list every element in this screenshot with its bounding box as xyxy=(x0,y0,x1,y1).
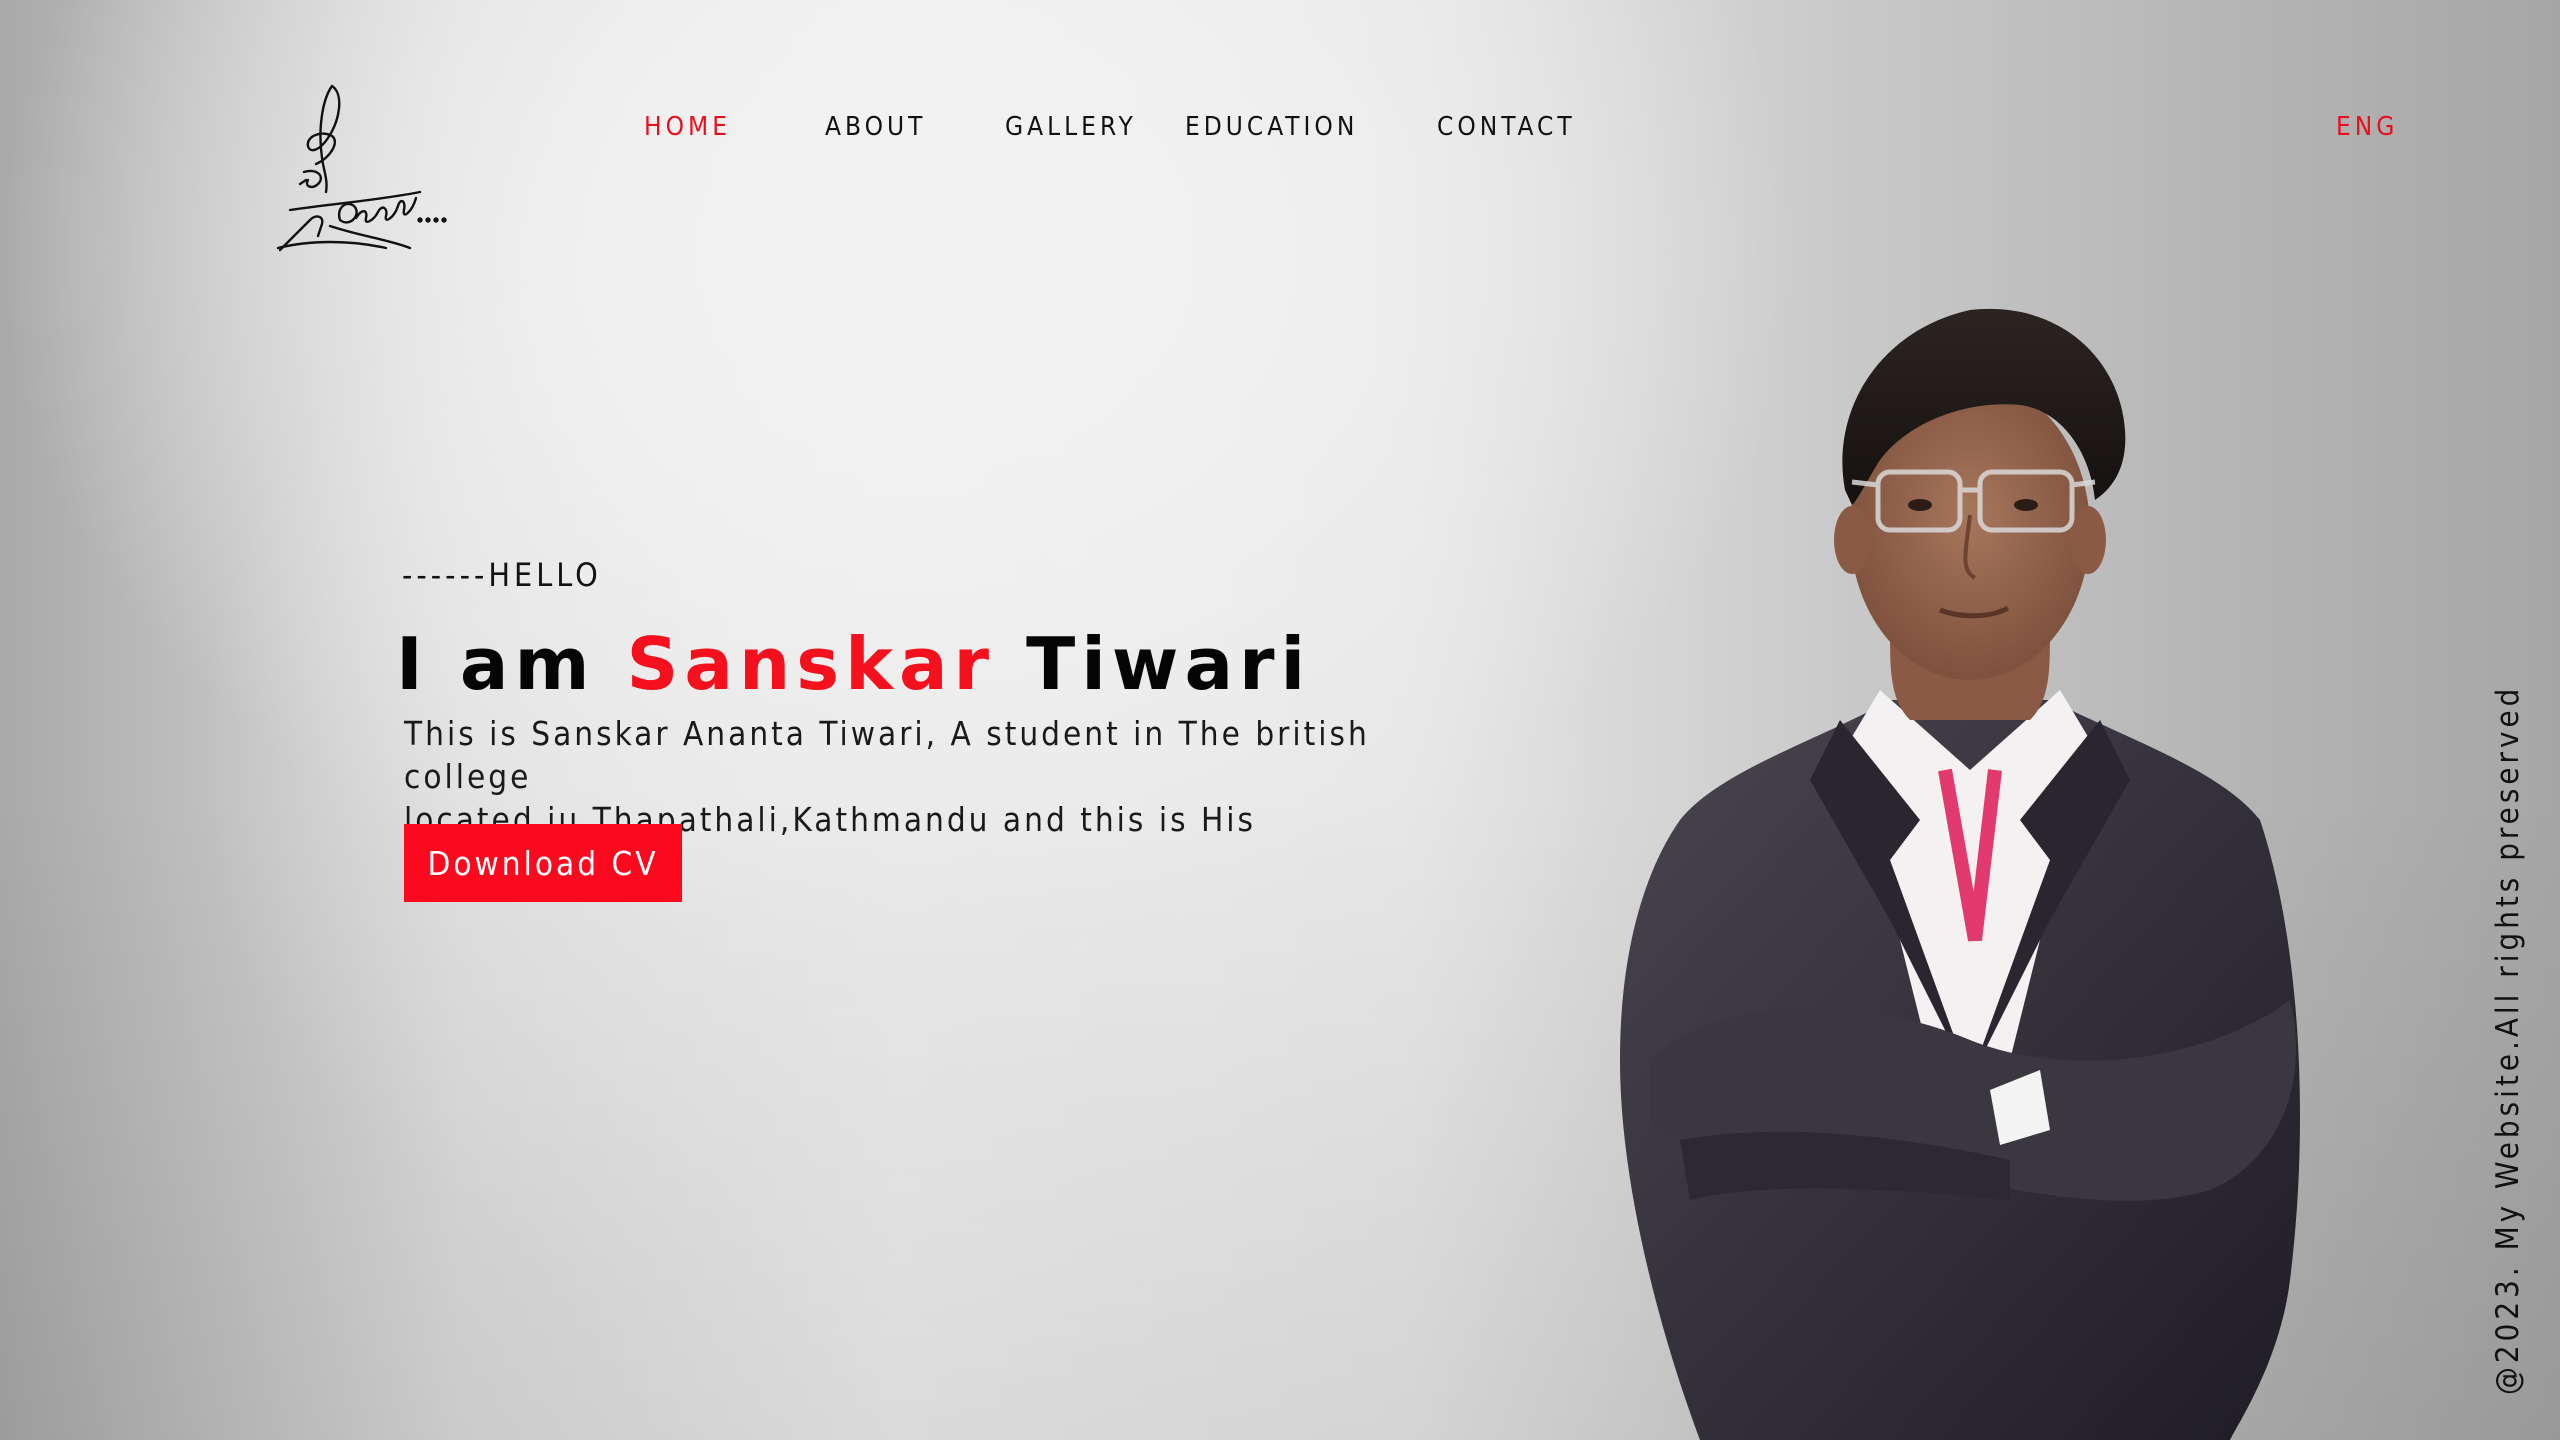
signature-logo[interactable] xyxy=(270,80,450,260)
nav-item-gallery[interactable]: GALLERY xyxy=(1005,112,1137,142)
headline-prefix: I am xyxy=(396,622,627,706)
description-line: This is Sanskar Ananta Tiwari, A student… xyxy=(404,714,1370,796)
copyright-text: @2023. My Website.All rights preserved xyxy=(2490,684,2526,1395)
language-selector[interactable]: ENG xyxy=(2336,112,2398,142)
headline-highlight: Sanskar xyxy=(626,622,996,706)
download-cv-button[interactable]: Download CV xyxy=(404,824,682,902)
nav-item-home[interactable]: HOME xyxy=(644,112,731,142)
main-nav: HOME ABOUT GALLERY EDUCATION CONTACT xyxy=(0,112,2560,152)
nav-item-contact[interactable]: CONTACT xyxy=(1437,112,1576,142)
nav-item-education[interactable]: EDUCATION xyxy=(1185,112,1358,142)
portrait-photo xyxy=(1620,308,2300,1440)
hero-headline: I am Sanskar Tiwari xyxy=(396,628,1311,700)
hero-greeting: ------HELLO xyxy=(402,556,602,594)
nav-item-about[interactable]: ABOUT xyxy=(825,112,926,142)
headline-suffix: Tiwari xyxy=(995,622,1312,706)
